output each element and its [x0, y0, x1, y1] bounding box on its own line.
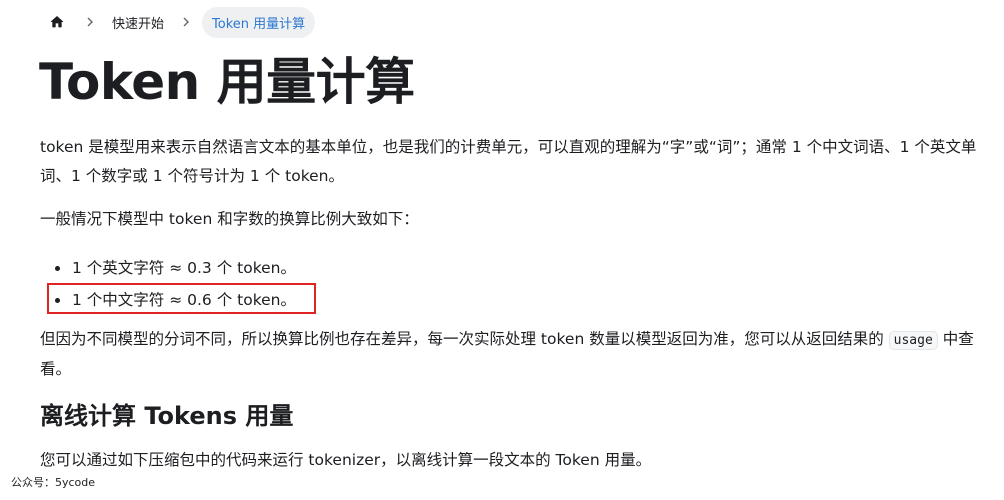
- offline-paragraph: 您可以通过如下压缩包中的代码来运行 tokenizer，以离线计算一段文本的 T…: [40, 451, 652, 469]
- page-title: Token 用量计算: [39, 53, 415, 111]
- chevron-right-icon: [170, 17, 202, 27]
- list-item-english: 1 个英文字符 ≈ 0.3 个 token。: [55, 252, 296, 284]
- intro-paragraph: token 是模型用来表示自然语言文本的基本单位，也是我们的计费单元，可以直观的…: [40, 138, 977, 185]
- chevron-right-icon: [74, 17, 106, 27]
- usage-code: usage: [888, 331, 938, 350]
- list-item-chinese: 1 个中文字符 ≈ 0.6 个 token。: [55, 284, 296, 316]
- ratio-list: 1 个英文字符 ≈ 0.3 个 token。 1 个中文字符 ≈ 0.6 个 t…: [55, 252, 296, 316]
- breadcrumb-item-current[interactable]: Token 用量计算: [202, 6, 316, 38]
- section-heading-offline: 离线计算 Tokens 用量: [40, 402, 294, 430]
- watermark: 公众号：5ycode: [8, 474, 99, 490]
- home-icon: [50, 16, 64, 28]
- ratio-intro-paragraph: 一般情况下模型中 token 和字数的换算比例大致如下：: [40, 210, 419, 228]
- usage-paragraph: 但因为不同模型的分词不同，所以换算比例也存在差异，每一次实际处理 token 数…: [40, 325, 1000, 384]
- breadcrumb-home[interactable]: [40, 7, 74, 37]
- breadcrumb-item-quickstart[interactable]: 快速开始: [106, 7, 170, 38]
- breadcrumb: 快速开始 Token 用量计算: [40, 6, 316, 38]
- docs-page: 快速开始 Token 用量计算 Token 用量计算 token 是模型用来表示…: [0, 0, 1004, 500]
- usage-text-before: 但因为不同模型的分词不同，所以换算比例也存在差异，每一次实际处理 token 数…: [40, 330, 889, 348]
